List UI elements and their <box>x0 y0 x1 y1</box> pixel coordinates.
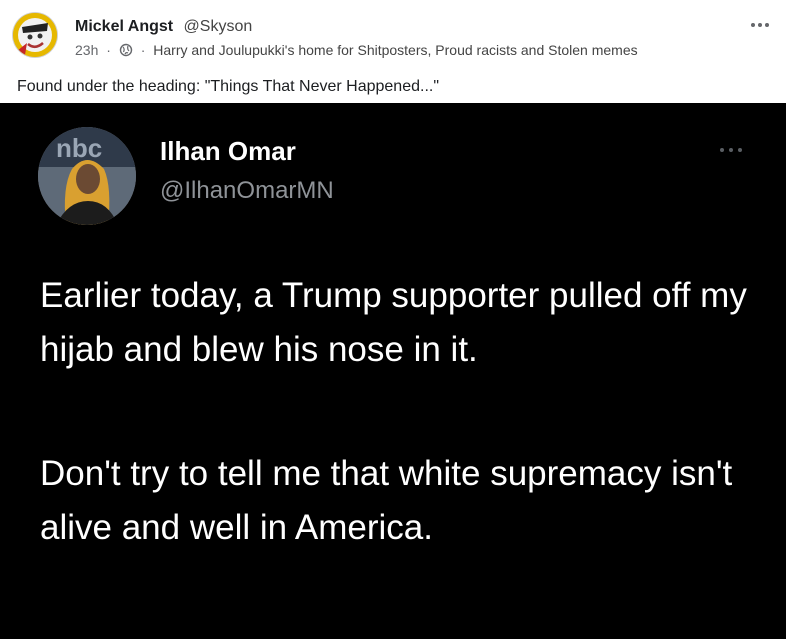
tweet-text-paragraph-2: Don't try to tell me that white supremac… <box>40 454 733 547</box>
author-avatar[interactable] <box>13 13 57 57</box>
tweet-screenshot-image[interactable]: nbc Ilhan Omar @IlhanOmarMN Earlier toda… <box>0 103 786 639</box>
tweet-text-paragraph-1: Earlier today, a Trump supporter pulled … <box>40 276 747 369</box>
author-name[interactable]: Mickel Angst <box>75 18 173 35</box>
svg-text:nbc: nbc <box>56 133 102 163</box>
author-line: Mickel Angst @Skyson <box>75 17 252 37</box>
meta-separator: · <box>106 42 111 58</box>
post-header: Mickel Angst @Skyson 23h · · Harry and J… <box>0 0 789 72</box>
more-horizontal-icon <box>751 23 769 27</box>
tweet-avatar: nbc <box>38 127 136 225</box>
meta-separator-2: · <box>140 42 146 58</box>
author-handle[interactable]: @Skyson <box>184 18 253 35</box>
post-more-button[interactable] <box>748 13 772 37</box>
globe-icon <box>119 43 133 61</box>
tweet-author-handle: @IlhanOmarMN <box>160 177 334 204</box>
tweet-author-name: Ilhan Omar <box>160 136 296 166</box>
post-meta: 23h · · Harry and Joulupukki's home for … <box>75 41 638 61</box>
post-time[interactable]: 23h <box>75 42 98 58</box>
post-caption: Found under the heading: "Things That Ne… <box>17 78 440 95</box>
tweet-more-icon <box>716 143 748 155</box>
group-link[interactable]: Harry and Joulupukki's home for Shitpost… <box>153 42 637 58</box>
